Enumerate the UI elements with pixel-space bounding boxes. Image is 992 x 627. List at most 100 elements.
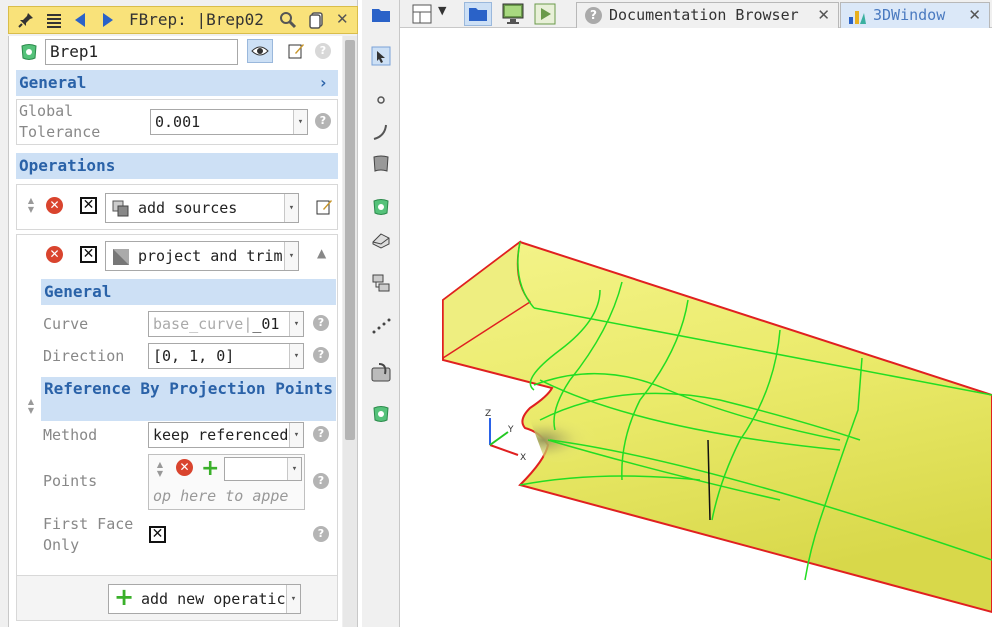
brep-icon	[21, 44, 37, 60]
op1-label: add sources	[138, 199, 238, 217]
tolerance-label: Global Tolerance	[19, 102, 101, 141]
connector-icon[interactable]	[371, 273, 391, 293]
close-panel-icon[interactable]: ✕	[336, 10, 349, 28]
folder-icon[interactable]	[371, 5, 391, 25]
forward-icon[interactable]	[99, 11, 117, 29]
search-icon[interactable]	[279, 11, 297, 29]
3d-viewport[interactable]: Z Y X	[400, 28, 992, 627]
axis-y-label: Y	[507, 425, 514, 435]
add-operation-button[interactable]: + add new operatic ▾	[108, 584, 301, 614]
point-select[interactable]: ▾	[224, 457, 302, 481]
help-icon[interactable]: ?	[313, 526, 329, 542]
dropdown-arrow-icon[interactable]: ▾	[284, 194, 298, 222]
panel-title-prefix: FBrep:	[129, 10, 187, 29]
help-icon[interactable]: ?	[313, 347, 329, 363]
play-icon[interactable]	[534, 3, 556, 25]
dropdown-arrow-icon[interactable]: ▾	[289, 312, 303, 336]
remove-operation-icon[interactable]: ✕	[46, 197, 63, 214]
operation-type-select[interactable]: project and trim ▾	[105, 241, 299, 271]
solid-icon[interactable]	[371, 230, 391, 250]
op2-label: project and trim	[138, 247, 283, 265]
visibility-toggle[interactable]	[247, 39, 273, 63]
pin-icon[interactable]	[17, 11, 35, 29]
direction-value: [0, 1, 0]	[153, 347, 235, 365]
axis-x-label: X	[520, 453, 526, 463]
direction-select[interactable]: [0, 1, 0] ▾	[148, 343, 304, 369]
operations-section-header[interactable]: Operations	[16, 153, 338, 179]
sub-general-header[interactable]: General	[41, 279, 336, 305]
panel-title: FBrep: |Brep02	[129, 10, 264, 29]
tab-bar: ▼ ? Documentation Browser ✕ 3DWindow ✕	[400, 0, 992, 28]
3d-chart-icon	[849, 11, 866, 24]
edit-icon[interactable]	[315, 198, 333, 216]
list-icon[interactable]	[45, 11, 63, 29]
reorder-handle[interactable]: ▲ ▼	[25, 196, 37, 214]
axis-triad: Z Y X	[485, 409, 526, 463]
general-header-label: General	[19, 73, 87, 92]
dropdown-arrow-icon[interactable]: ▾	[289, 423, 303, 447]
enable-checkbox[interactable]: ✕	[80, 197, 97, 214]
points-icon[interactable]	[371, 316, 391, 336]
direction-label: Direction	[43, 347, 125, 365]
dropdown-arrow-icon[interactable]: ▾	[284, 242, 298, 270]
curve-select[interactable]: base_curve|_01 ▾	[148, 311, 304, 337]
surface-icon[interactable]	[371, 154, 391, 174]
help-icon[interactable]: ?	[313, 315, 329, 331]
help-icon[interactable]: ?	[315, 43, 331, 59]
axis-z-label: Z	[485, 409, 491, 419]
tab-3dwindow[interactable]: 3DWindow ✕	[840, 2, 990, 28]
first-face-label: First Face Only	[43, 515, 134, 554]
project-trim-icon	[113, 249, 129, 265]
view-folder-button[interactable]	[464, 2, 492, 26]
method-select[interactable]: keep referenced ▾	[148, 422, 304, 448]
points-list: ▲ ▼ ✕ + ▾ op here to appe	[148, 454, 305, 510]
add-point-icon[interactable]: +	[201, 456, 219, 481]
help-icon[interactable]: ?	[313, 426, 329, 442]
curve-label: Curve	[43, 315, 89, 333]
reorder-handle[interactable]: ▲ ▼	[154, 460, 166, 478]
spin-arrow-icon[interactable]: ▾	[293, 110, 307, 134]
enable-checkbox[interactable]: ✕	[80, 246, 97, 263]
dropdown-arrow-icon[interactable]: ▾	[287, 458, 301, 480]
monitor-icon[interactable]	[502, 3, 524, 25]
tool-column	[362, 0, 400, 627]
point-icon[interactable]	[371, 90, 391, 110]
remove-operation-icon[interactable]: ✕	[46, 246, 63, 263]
curve-icon[interactable]	[371, 122, 391, 142]
points-label: Points	[43, 472, 98, 490]
tolerance-value: 0.001	[155, 113, 201, 131]
first-face-checkbox[interactable]: ✕	[149, 526, 166, 543]
remove-point-icon[interactable]: ✕	[176, 459, 193, 476]
layout-dropdown[interactable]: ▼	[408, 2, 458, 26]
edit-icon[interactable]	[287, 42, 305, 60]
points-drop-zone[interactable]: op here to appe	[153, 487, 301, 505]
panel-scrollbar[interactable]	[343, 36, 357, 627]
copy-icon[interactable]	[307, 11, 325, 29]
mesh-icon[interactable]	[371, 362, 391, 382]
dropdown-arrow-icon[interactable]: ▾	[286, 585, 300, 613]
close-tab-icon[interactable]: ✕	[968, 3, 981, 27]
general-section-header[interactable]: General ›	[16, 70, 338, 96]
tab-label: Documentation Browser	[609, 6, 799, 24]
help-icon[interactable]: ?	[313, 473, 329, 489]
object-name-field[interactable]: Brep1	[45, 39, 238, 65]
reorder-handle[interactable]: ▲ ▼	[25, 397, 37, 415]
scrollbar-thumb[interactable]	[345, 40, 355, 440]
tab-documentation-browser[interactable]: ? Documentation Browser ✕	[576, 2, 839, 28]
brep-icon[interactable]	[371, 404, 391, 424]
help-icon[interactable]: ?	[315, 113, 331, 129]
method-value: keep referenced	[153, 426, 289, 444]
layout-icon	[412, 4, 432, 24]
operation-type-select[interactable]: add sources ▾	[105, 193, 299, 223]
panel-title-name: |Brep02	[196, 10, 264, 29]
help-icon: ?	[585, 7, 602, 24]
brep-icon[interactable]	[371, 197, 391, 217]
refproj-header[interactable]: Reference By Projection Points	[41, 377, 336, 421]
tolerance-field[interactable]: 0.001 ▾	[150, 109, 308, 135]
select-arrow-icon[interactable]	[371, 46, 391, 66]
dropdown-arrow-icon[interactable]: ▾	[289, 344, 303, 368]
close-tab-icon[interactable]: ✕	[817, 3, 830, 27]
back-icon[interactable]	[71, 11, 89, 29]
collapse-icon[interactable]: ▲	[317, 246, 326, 260]
feature-panel: FBrep: |Brep02 ✕ Brep1 ? General › Globa…	[0, 0, 358, 627]
